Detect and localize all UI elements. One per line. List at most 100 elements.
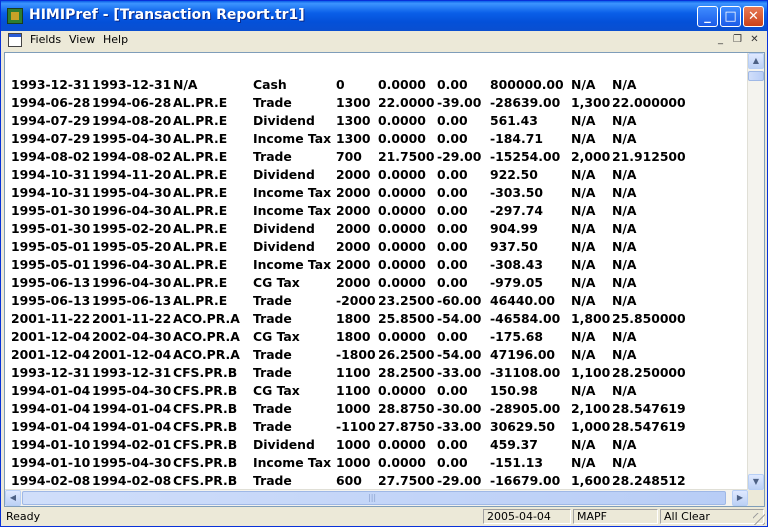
- report-row: 1994-08-02 1994-08-02 AL.PR.E Trade 700 21.75…: [5, 147, 750, 165]
- cell-amount: 30629.50: [490, 419, 556, 434]
- report-view[interactable]: 1993-12-31 1993-12-31 N/A Cash 0 0.0000 0.00 80…: [4, 52, 765, 507]
- report-row: 1994-01-04 1994-01-04 CFS.PR.B Trade -1100 27…: [5, 417, 750, 435]
- cell-price: 0.0000: [378, 77, 426, 92]
- cell-type: Trade: [253, 311, 292, 326]
- cell-symbol: AL.PR.E: [173, 221, 228, 236]
- cell-trade-date: 1993-12-31: [11, 365, 91, 380]
- cell-price: 27.8750: [378, 419, 435, 434]
- cell-commission: 0.00: [437, 239, 468, 254]
- cell-settle-date: 2001-11-22: [92, 311, 172, 326]
- scroll-left-button[interactable]: ◀: [5, 490, 21, 506]
- cell-symbol: AL.PR.E: [173, 185, 228, 200]
- cell-amount: -46584.00: [490, 311, 561, 326]
- cell-type: CG Tax: [253, 275, 300, 290]
- cell-avg-cost: N/A: [612, 131, 637, 146]
- report-row: 1995-06-13 1996-04-30 AL.PR.E CG Tax 2000 0.0…: [5, 273, 750, 291]
- mdi-minimize-button[interactable]: _: [713, 33, 728, 47]
- menu-help[interactable]: Help: [103, 33, 128, 46]
- cell-commission: -33.00: [437, 365, 482, 380]
- mdi-close-button[interactable]: ✕: [747, 33, 762, 47]
- cell-price: 0.0000: [378, 221, 426, 236]
- cell-position: 2,100: [571, 401, 611, 416]
- cell-position: N/A: [571, 113, 596, 128]
- menu-bar: Fields View Help _ ❐ ✕: [2, 31, 766, 50]
- cell-type: Dividend: [253, 113, 315, 128]
- cell-symbol: CFS.PR.B: [173, 401, 238, 416]
- horizontal-scrollbar[interactable]: ◀ ||| ▶: [5, 489, 748, 506]
- cell-avg-cost: N/A: [612, 239, 637, 254]
- vertical-scrollbar[interactable]: ▲ ▼: [747, 53, 764, 490]
- cell-symbol: CFS.PR.B: [173, 455, 238, 470]
- cell-price: 26.2500: [378, 347, 435, 362]
- cell-settle-date: 1995-04-30: [92, 131, 172, 146]
- cell-quantity: -1800: [336, 347, 376, 362]
- cell-quantity: 2000: [336, 167, 371, 182]
- cell-symbol: AL.PR.E: [173, 239, 228, 254]
- maximize-button[interactable]: □: [720, 6, 741, 27]
- cell-trade-date: 1994-10-31: [11, 185, 91, 200]
- status-state: All Clear: [660, 509, 764, 524]
- cell-avg-cost: 21.912500: [612, 149, 686, 164]
- cell-trade-date: 1995-01-30: [11, 203, 91, 218]
- cell-settle-date: 1994-02-08: [92, 473, 172, 488]
- cell-quantity: 2000: [336, 257, 371, 272]
- scroll-down-button[interactable]: ▼: [748, 474, 764, 490]
- cell-symbol: AL.PR.E: [173, 95, 228, 110]
- horizontal-scroll-thumb[interactable]: |||: [22, 491, 726, 505]
- cell-quantity: 1300: [336, 113, 371, 128]
- cell-type: Trade: [253, 95, 292, 110]
- cell-position: 1,300: [571, 95, 611, 110]
- cell-position: 1,800: [571, 311, 611, 326]
- close-button[interactable]: ✕: [743, 6, 764, 27]
- cell-commission: 0.00: [437, 329, 468, 344]
- cell-symbol: AL.PR.E: [173, 131, 228, 146]
- title-bar[interactable]: HIMIPref - [Transaction Report.tr1] _ □ …: [1, 1, 767, 31]
- cell-settle-date: 1994-02-01: [92, 437, 172, 452]
- cell-settle-date: 1994-08-20: [92, 113, 172, 128]
- cell-type: Trade: [253, 149, 292, 164]
- resize-grip[interactable]: [753, 513, 765, 525]
- scroll-up-button[interactable]: ▲: [748, 53, 764, 69]
- report-row: 1995-01-30 1996-04-30 AL.PR.E Income Tax 200…: [5, 201, 750, 219]
- document-icon[interactable]: [8, 33, 22, 47]
- cell-trade-date: 1994-01-10: [11, 437, 91, 452]
- cell-commission: -29.00: [437, 473, 482, 488]
- cell-type: CG Tax: [253, 383, 300, 398]
- menu-view[interactable]: View: [69, 33, 95, 46]
- cell-price: 0.0000: [378, 437, 426, 452]
- cell-settle-date: 1995-04-30: [92, 185, 172, 200]
- cell-symbol: CFS.PR.B: [173, 365, 238, 380]
- cell-avg-cost: N/A: [612, 113, 637, 128]
- minimize-button[interactable]: _: [697, 6, 718, 27]
- cell-commission: 0.00: [437, 221, 468, 236]
- status-bar: Ready 2005-04-04 MAPF All Clear: [2, 508, 766, 526]
- scroll-right-button[interactable]: ▶: [732, 490, 748, 506]
- cell-quantity: -2000: [336, 293, 376, 308]
- cell-type: Dividend: [253, 437, 315, 452]
- cell-amount: 46440.00: [490, 293, 556, 308]
- cell-symbol: AL.PR.E: [173, 275, 228, 290]
- cell-quantity: 2000: [336, 239, 371, 254]
- cell-price: 25.8500: [378, 311, 435, 326]
- cell-position: N/A: [571, 239, 596, 254]
- mdi-restore-button[interactable]: ❐: [730, 33, 745, 47]
- cell-position: 1,100: [571, 365, 611, 380]
- cell-avg-cost: N/A: [612, 221, 637, 236]
- report-row: 1994-01-04 1994-01-04 CFS.PR.B Trade 1000 28.…: [5, 399, 750, 417]
- cell-symbol: AL.PR.E: [173, 167, 228, 182]
- cell-symbol: CFS.PR.B: [173, 419, 238, 434]
- cell-amount: -28905.00: [490, 401, 561, 416]
- app-icon[interactable]: [7, 8, 23, 24]
- cell-type: Dividend: [253, 167, 315, 182]
- cell-avg-cost: N/A: [612, 257, 637, 272]
- cell-settle-date: 1994-06-28: [92, 95, 172, 110]
- vertical-scroll-thumb[interactable]: [748, 71, 764, 81]
- cell-price: 0.0000: [378, 383, 426, 398]
- cell-avg-cost: N/A: [612, 437, 637, 452]
- cell-amount: 47196.00: [490, 347, 556, 362]
- report-row: 1994-02-08 1994-02-08 CFS.PR.B Trade 600 27.7…: [5, 471, 750, 489]
- report-row: 1994-07-29 1994-08-20 AL.PR.E Dividend 1300 0…: [5, 111, 750, 129]
- menu-fields[interactable]: Fields: [30, 33, 61, 46]
- cell-type: Income Tax: [253, 257, 332, 272]
- cell-commission: 0.00: [437, 167, 468, 182]
